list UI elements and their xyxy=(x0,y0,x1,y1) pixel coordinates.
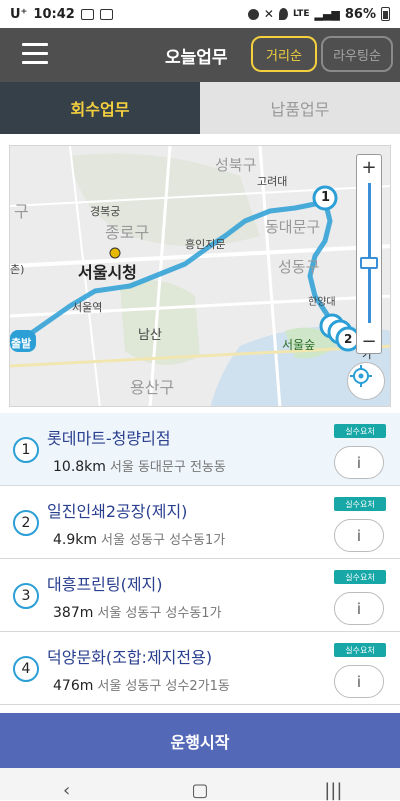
page-title: 오늘업무 xyxy=(165,48,228,68)
stop-address: 서울 성동구 성수2가1동 xyxy=(97,679,230,694)
stop-list: 1 롯데마트-청량리점 10.8km 서울 동대문구 전농동 실수요처 i 2 일… xyxy=(0,413,400,705)
location-icon xyxy=(278,8,288,20)
carrier-label: U⁺ xyxy=(10,6,28,22)
map-label-namsan: 남산 xyxy=(138,328,162,343)
list-item[interactable]: 4 덕양문화(조합:제지전용) 476m 서울 성동구 성수2가1동 실수요처 i xyxy=(0,632,400,705)
map-label-yongsan: 용산구 xyxy=(130,378,175,397)
departure-label: 출발 xyxy=(11,337,32,350)
stop-number: 4 xyxy=(13,656,39,682)
stop-distance-row: 10.8km 서울 동대문구 전농동 xyxy=(53,456,226,475)
route-map[interactable]: 촌) 구 성북구 고려대 경복궁 종로구 흥인지문 동대문구 서울시청 서울역 … xyxy=(9,145,391,407)
battery-icon xyxy=(381,7,390,21)
my-location-button[interactable] xyxy=(347,362,385,400)
map-label-dongdaemun: 동대문구 xyxy=(265,218,321,236)
stop-distance: 387m xyxy=(53,605,94,621)
status-bar: U⁺ 10:42 ✕ LTE ▂▄▆ 86% xyxy=(0,0,400,28)
status-badge: 실수요처 xyxy=(334,643,386,657)
gallery-icon xyxy=(99,8,113,20)
info-button[interactable]: i xyxy=(334,592,384,625)
stop-number: 2 xyxy=(13,510,39,536)
home-icon[interactable]: ▢ xyxy=(180,780,220,801)
zoom-track xyxy=(368,183,371,323)
task-tabs: 회수업무 납품업무 xyxy=(0,82,400,134)
tab-collection[interactable]: 회수업무 xyxy=(0,82,200,134)
alarm-icon xyxy=(247,8,259,20)
map-label-seongdong: 성동구 xyxy=(278,258,320,276)
stop-distance: 10.8km xyxy=(53,459,106,475)
stop-marker-1-label: 1 xyxy=(321,190,331,205)
map-label-heunginjimun: 흥인지문 xyxy=(185,238,226,251)
status-badge: 실수요처 xyxy=(334,424,386,438)
network-label: LTE xyxy=(292,9,310,19)
app-header: 오늘업무 거리순 라우팅순 xyxy=(0,28,400,82)
status-badge: 실수요처 xyxy=(334,570,386,584)
stop-name: 대흥프린팅(제지) xyxy=(47,575,163,594)
stop-distance-row: 387m 서울 성동구 성수동1가 xyxy=(53,602,222,621)
map-label-goryeodae: 고려대 xyxy=(257,175,288,188)
start-driving-button[interactable]: 운행시작 xyxy=(0,713,400,768)
sort-routing-button[interactable]: 라우팅순 xyxy=(321,36,393,72)
crosshair-icon xyxy=(350,365,372,387)
stop-distance-row: 4.9km 서울 성동구 성수동1가 xyxy=(53,529,225,548)
zoom-out-button[interactable]: − xyxy=(357,329,381,353)
map-label-gyeongbokgung: 경복궁 xyxy=(90,205,121,218)
mute-icon: ✕ xyxy=(263,7,274,21)
zoom-in-button[interactable]: + xyxy=(357,155,381,179)
stop-distance-row: 476m 서울 성동구 성수2가1동 xyxy=(53,675,230,694)
zoom-control: + − xyxy=(356,154,382,354)
list-item[interactable]: 2 일진인쇄2공장(제지) 4.9km 서울 성동구 성수동1가 실수요처 i xyxy=(0,486,400,559)
stop-distance: 476m xyxy=(53,678,94,694)
stop-distance: 4.9km xyxy=(53,532,98,548)
battery-level: 86% xyxy=(344,6,376,22)
map-label-eunpyeong: 구 xyxy=(14,202,29,221)
stop-number: 1 xyxy=(13,437,39,463)
map-label-hanyang: 한양대 xyxy=(308,297,336,308)
map-label-seongbuk: 성북구 xyxy=(215,156,257,174)
status-badge: 실수요처 xyxy=(334,497,386,511)
stop-name: 일진인쇄2공장(제지) xyxy=(47,502,188,521)
map-label-seoul-station: 서울역 xyxy=(72,301,103,314)
stop-address: 서울 동대문구 전농동 xyxy=(109,460,226,475)
back-icon[interactable]: ‹ xyxy=(47,780,87,801)
info-button[interactable]: i xyxy=(334,665,384,698)
zoom-slider-handle[interactable] xyxy=(360,257,378,269)
signal-icon: ▂▄▆ xyxy=(314,7,340,21)
map-label-seoul-forest: 서울숲 xyxy=(282,338,316,352)
info-button[interactable]: i xyxy=(334,446,384,479)
list-item[interactable]: 3 대흥프린팅(제지) 387m 서울 성동구 성수동1가 실수요처 i xyxy=(0,559,400,632)
notification-icon xyxy=(80,8,94,20)
menu-icon[interactable] xyxy=(22,43,48,65)
stop-number: 3 xyxy=(13,583,39,609)
stop-name: 롯데마트-청량리점 xyxy=(47,429,171,448)
map-label-seoul-city-hall: 서울시청 xyxy=(78,263,137,282)
clock: 10:42 xyxy=(33,6,75,22)
map-label-edge-left: 촌) xyxy=(10,263,25,276)
tab-delivery[interactable]: 납품업무 xyxy=(200,82,400,134)
stop-address: 서울 성동구 성수동1가 xyxy=(97,606,222,621)
map-label-jongno: 종로구 xyxy=(105,223,150,242)
recents-icon[interactable]: ||| xyxy=(313,780,353,801)
stop-address: 서울 성동구 성수동1가 xyxy=(101,533,226,548)
stop-name: 덕양문화(조합:제지전용) xyxy=(47,648,213,667)
stop-marker-2-label: 2 xyxy=(344,332,353,346)
list-item[interactable]: 1 롯데마트-청량리점 10.8km 서울 동대문구 전농동 실수요처 i xyxy=(0,413,400,486)
city-hall-marker xyxy=(109,247,121,259)
system-nav-bar: ‹ ▢ ||| xyxy=(0,768,400,801)
info-button[interactable]: i xyxy=(334,519,384,552)
map-canvas xyxy=(10,146,390,406)
sort-distance-button[interactable]: 거리순 xyxy=(251,36,317,72)
